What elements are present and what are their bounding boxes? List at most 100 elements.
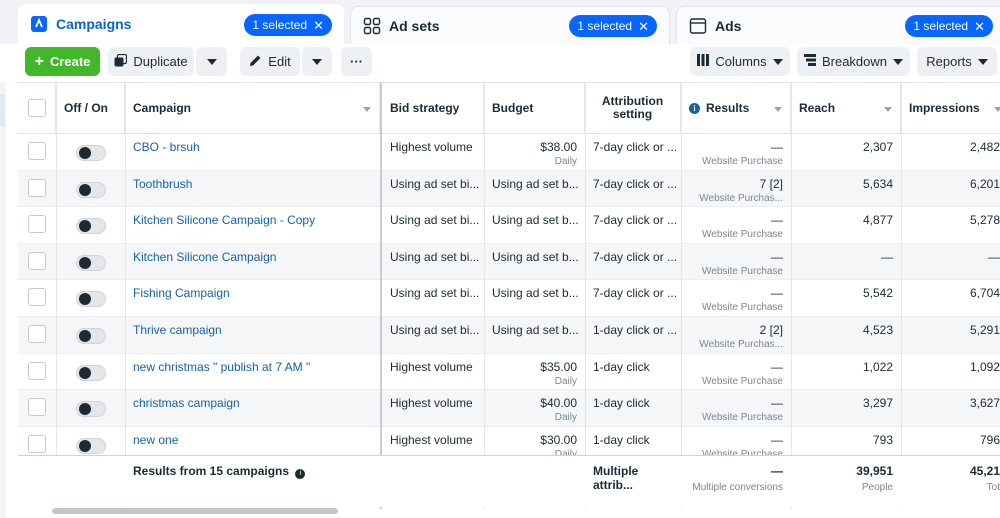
impressions-cell: 3,627 <box>969 396 1000 411</box>
row-checkbox[interactable] <box>28 142 46 160</box>
budget-cell[interactable]: Using ad set b... <box>484 244 585 280</box>
row-checkbox[interactable] <box>28 434 46 453</box>
results-cell: 7 [2] Website Purchas... <box>681 171 791 207</box>
campaign-name-link[interactable]: Kitchen Silicone Campaign <box>133 250 276 264</box>
summary-results: — Multiple conversions <box>681 456 791 508</box>
campaign-toggle[interactable] <box>76 437 106 454</box>
frozen-column-divider[interactable] <box>380 83 382 509</box>
impressions-cell: 5,278 <box>969 213 1000 228</box>
budget-cell[interactable]: $35.00 Daily <box>484 354 585 390</box>
campaign-name-link[interactable]: new christmas " publish at 7 AM " <box>133 360 310 374</box>
campaign-name-link[interactable]: Toothbrush <box>133 177 192 191</box>
row-checkbox[interactable] <box>28 251 46 270</box>
campaign-name-link[interactable]: christmas campaign <box>133 396 240 410</box>
campaign-toggle[interactable] <box>76 254 106 271</box>
table-row[interactable]: CBO - brsuh Highest volume $38.00 Daily 7-da… <box>18 134 1000 171</box>
sort-icon[interactable] <box>994 107 1000 112</box>
duplicate-icon <box>114 53 128 70</box>
campaign-toggle[interactable] <box>76 401 106 418</box>
budget-cell[interactable]: $38.00 Daily <box>484 134 585 170</box>
impressions-cell: 6,201 <box>969 176 1000 191</box>
table-row[interactable]: Thrive campaign Using ad set bi... Using a… <box>18 317 1000 354</box>
row-checkbox[interactable] <box>28 178 46 197</box>
tab-ads[interactable]: Ads 1 selected ✕ <box>676 6 1000 44</box>
budget-cell[interactable]: $40.00 Daily <box>484 390 585 426</box>
campaign-name-link[interactable]: CBO - brsuh <box>133 140 200 154</box>
ads-selected-pill[interactable]: 1 selected ✕ <box>905 15 993 37</box>
row-checkbox[interactable] <box>28 398 46 417</box>
reports-button[interactable]: Reports <box>917 47 997 76</box>
table-row[interactable]: Kitchen Silicone Campaign - Copy Using ad… <box>18 207 1000 244</box>
table-row[interactable]: Toothbrush Using ad set bi... Using ad set… <box>18 170 1000 208</box>
reach-cell: 1,022 <box>862 359 893 374</box>
budget-cell[interactable]: Using ad set b... <box>484 280 585 316</box>
campaign-toggle[interactable] <box>76 145 106 161</box>
table-row[interactable]: new christmas " publish at 7 AM " Highest… <box>18 354 1000 391</box>
header-reach[interactable]: Reach <box>791 83 901 133</box>
selected-count: 1 selected <box>577 19 633 33</box>
summary-results-sub: Multiple conversions <box>692 482 783 493</box>
campaign-toggle[interactable] <box>76 291 106 308</box>
info-icon[interactable]: i <box>689 102 700 114</box>
campaign-toggle[interactable] <box>76 364 106 381</box>
sort-icon[interactable] <box>884 107 892 112</box>
table-row[interactable]: Kitchen Silicone Campaign Using ad set bi… <box>18 243 1000 281</box>
duplicate-dropdown-button[interactable] <box>196 47 227 76</box>
campaign-name-link[interactable]: Thrive campaign <box>133 323 222 337</box>
breakdown-label: Breakdown <box>821 54 888 69</box>
select-all-checkbox[interactable] <box>28 99 46 117</box>
table-row[interactable]: Fishing Campaign Using ad set bi... Using … <box>18 280 1000 317</box>
budget-cell[interactable]: Using ad set b... <box>484 171 585 207</box>
header-bid-strategy[interactable]: Bid strategy <box>382 83 484 133</box>
header-budget[interactable]: Budget <box>484 83 585 133</box>
header-campaign[interactable]: Campaign <box>125 83 380 133</box>
header-attribution[interactable]: Attribution setting <box>585 83 681 133</box>
row-checkbox[interactable] <box>28 215 46 234</box>
budget-cell[interactable]: Using ad set b... <box>484 207 585 243</box>
info-icon[interactable]: i <box>295 468 306 479</box>
breakdown-button[interactable]: Breakdown <box>797 47 910 76</box>
row-checkbox[interactable] <box>28 361 46 380</box>
table-row[interactable]: christmas campaign Highest volume $40.00 Da… <box>18 390 1000 427</box>
horizontal-scrollbar[interactable] <box>52 508 338 514</box>
attribution-cell: 7-day click or ... <box>593 140 678 154</box>
attribution-cell: 1-day click or ... <box>593 323 678 337</box>
campaign-toggle[interactable] <box>76 218 106 235</box>
campaign-toggle[interactable] <box>76 181 106 198</box>
close-icon[interactable]: ✕ <box>638 20 649 33</box>
tab-campaigns[interactable]: Campaigns 1 selected ✕ <box>18 4 344 44</box>
duplicate-label: Duplicate <box>133 54 188 69</box>
header-impressions[interactable]: Impressions <box>901 83 1000 133</box>
results-value: — <box>771 140 783 154</box>
duplicate-button[interactable]: Duplicate <box>108 47 194 76</box>
row-checkbox[interactable] <box>28 325 46 343</box>
sort-icon[interactable] <box>363 107 371 112</box>
ad-sets-selected-pill[interactable]: 1 selected ✕ <box>569 15 657 37</box>
reach-cell: — <box>881 249 893 264</box>
bid-strategy-cell: Using ad set bi... <box>390 176 480 191</box>
campaign-name-link[interactable]: new one <box>133 433 178 447</box>
edit-button[interactable]: Edit <box>240 47 300 76</box>
header-off-on[interactable]: Off / On <box>56 83 125 133</box>
close-icon[interactable]: ✕ <box>974 20 985 33</box>
column-divider <box>901 83 902 509</box>
summary-attribution: Multiple attrib... <box>585 456 681 508</box>
more-icon: ··· <box>350 54 363 69</box>
row-checkbox[interactable] <box>28 288 46 307</box>
campaign-toggle[interactable] <box>76 328 106 344</box>
campaigns-selected-pill[interactable]: 1 selected ✕ <box>244 14 332 36</box>
bid-strategy-cell: Using ad set bi... <box>390 249 480 264</box>
campaign-name-link[interactable]: Fishing Campaign <box>133 286 230 300</box>
campaign-name-link[interactable]: Kitchen Silicone Campaign - Copy <box>133 213 315 227</box>
close-icon[interactable]: ✕ <box>313 19 324 32</box>
create-button[interactable]: + Create <box>25 47 100 76</box>
edit-dropdown-button[interactable] <box>302 47 332 76</box>
budget-cell[interactable]: Using ad set b... <box>484 317 585 353</box>
ad-icon <box>689 17 707 35</box>
tab-ad-sets[interactable]: Ad sets 1 selected ✕ <box>350 6 670 44</box>
header-results[interactable]: i Results <box>681 83 791 133</box>
header-impressions-label: Impressions <box>909 101 980 115</box>
columns-button[interactable]: Columns <box>690 47 790 76</box>
sort-icon[interactable] <box>774 107 782 112</box>
more-button[interactable]: ··· <box>341 47 372 76</box>
